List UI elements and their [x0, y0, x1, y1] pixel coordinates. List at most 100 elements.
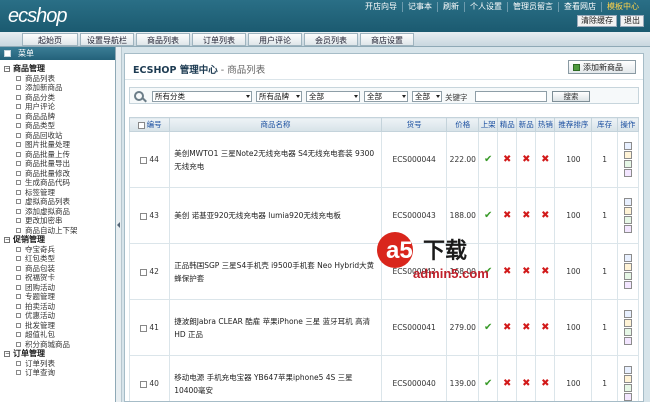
- delete-icon[interactable]: [623, 281, 632, 289]
- cross-icon[interactable]: ✖: [522, 210, 530, 221]
- tab-shop-settings[interactable]: 商店设置: [360, 33, 414, 46]
- cell-new[interactable]: ✖: [516, 299, 537, 356]
- cell-best[interactable]: ✖: [497, 299, 518, 356]
- add-goods-button[interactable]: 添加新商品: [568, 60, 636, 74]
- copy-icon[interactable]: [623, 272, 632, 280]
- cross-icon[interactable]: ✖: [522, 378, 530, 389]
- cell-new[interactable]: ✖: [516, 131, 537, 188]
- edit-icon[interactable]: [623, 151, 632, 159]
- sidebar-group[interactable]: − 商品管理: [4, 64, 115, 74]
- cell-hot[interactable]: ✖: [535, 355, 556, 401]
- cell-goods-sn[interactable]: ECS000044: [380, 131, 448, 188]
- view-icon[interactable]: [623, 142, 632, 150]
- row-checkbox[interactable]: [140, 156, 148, 164]
- cell-best[interactable]: ✖: [497, 131, 518, 188]
- sidebar-item[interactable]: 夺宝奇兵: [4, 245, 115, 255]
- cross-icon[interactable]: ✖: [503, 210, 511, 221]
- col-id[interactable]: 编号: [128, 117, 171, 132]
- delete-icon[interactable]: [623, 169, 632, 177]
- sidebar-group[interactable]: − 订单管理: [4, 349, 115, 359]
- cross-icon[interactable]: ✖: [541, 322, 549, 333]
- top-link-profile[interactable]: 个人设置: [465, 2, 508, 12]
- cell-price[interactable]: 139.00: [446, 355, 480, 401]
- cell-on-sale[interactable]: ✔: [478, 355, 499, 401]
- check-icon[interactable]: ✔: [484, 322, 492, 333]
- cell-stock[interactable]: 1: [591, 299, 618, 356]
- cell-new[interactable]: ✖: [516, 355, 537, 401]
- sidebar-item[interactable]: 添加新商品: [4, 83, 115, 93]
- col-sort[interactable]: 推荐排序: [554, 117, 593, 132]
- sidebar-item[interactable]: 商品分类: [4, 93, 115, 103]
- copy-icon[interactable]: [623, 216, 632, 224]
- row-checkbox[interactable]: [140, 212, 148, 220]
- edit-icon[interactable]: [623, 207, 632, 215]
- sidebar-item[interactable]: 拍卖活动: [4, 302, 115, 312]
- sidebar-splitter[interactable]: [116, 47, 122, 402]
- cell-on-sale[interactable]: ✔: [478, 299, 499, 356]
- category-select[interactable]: 所有分类: [152, 91, 252, 102]
- cell-goods-name[interactable]: 正品韩国SGP 三星S4手机壳 i9500手机套 Neo Hybrid大黄蜂保护…: [169, 243, 382, 300]
- row-checkbox[interactable]: [140, 380, 148, 388]
- cell-goods-sn[interactable]: ECS000040: [380, 355, 448, 401]
- top-link-notepad[interactable]: 记事本: [403, 2, 438, 12]
- col-best[interactable]: 精品: [497, 117, 518, 132]
- top-link-templates[interactable]: 模板中心: [602, 2, 644, 12]
- view-icon[interactable]: [623, 198, 632, 206]
- view-icon[interactable]: [623, 254, 632, 262]
- brand-select[interactable]: 所有品牌: [256, 91, 302, 102]
- sidebar-item[interactable]: 团购活动: [4, 283, 115, 293]
- cross-icon[interactable]: ✖: [522, 322, 530, 333]
- copy-icon[interactable]: [623, 160, 632, 168]
- collapse-icon[interactable]: −: [4, 236, 10, 243]
- tab-comments[interactable]: 用户评论: [248, 33, 302, 46]
- cell-goods-name[interactable]: 美创MWTO1 三星Note2无线充电器 S4无线充电套装 9300无线充电: [169, 131, 382, 188]
- cell-best[interactable]: ✖: [497, 355, 518, 401]
- col-stock[interactable]: 库存: [591, 117, 618, 132]
- row-checkbox[interactable]: [140, 268, 148, 276]
- cell-sort-order[interactable]: 100: [554, 131, 593, 188]
- tab-goods-list[interactable]: 商品列表: [136, 33, 190, 46]
- clear-cache-button[interactable]: 清除缓存: [577, 15, 617, 27]
- check-icon[interactable]: ✔: [484, 154, 492, 165]
- menu-toggle-icon[interactable]: [4, 50, 11, 57]
- keyword-input[interactable]: [475, 91, 547, 102]
- cross-icon[interactable]: ✖: [541, 378, 549, 389]
- sidebar-item[interactable]: 用户评论: [4, 102, 115, 112]
- cell-sort-order[interactable]: 100: [554, 355, 593, 401]
- sidebar-item[interactable]: 订单列表: [4, 359, 115, 369]
- sale-status-select[interactable]: 全部: [412, 91, 442, 102]
- tab-order-list[interactable]: 订单列表: [192, 33, 246, 46]
- cell-on-sale[interactable]: ✔: [478, 131, 499, 188]
- cross-icon[interactable]: ✖: [541, 154, 549, 165]
- delete-icon[interactable]: [623, 393, 632, 401]
- cell-sort-order[interactable]: 100: [554, 299, 593, 356]
- search-button[interactable]: 搜索: [552, 91, 590, 102]
- cell-hot[interactable]: ✖: [535, 187, 556, 244]
- cell-goods-name[interactable]: 美创 诺基亚920无线充电器 lumia920无线充电板: [169, 187, 382, 244]
- cell-goods-sn[interactable]: ECS000041: [380, 299, 448, 356]
- copy-icon[interactable]: [623, 328, 632, 336]
- cross-icon[interactable]: ✖: [522, 154, 530, 165]
- cell-sort-order[interactable]: 100: [554, 187, 593, 244]
- cell-sort-order[interactable]: 100: [554, 243, 593, 300]
- sidebar-item[interactable]: 红包类型: [4, 254, 115, 264]
- recommend-select[interactable]: 全部: [306, 91, 360, 102]
- col-on-sale[interactable]: 上架: [478, 117, 499, 132]
- top-link-view-shop[interactable]: 查看网店: [559, 2, 602, 12]
- cell-hot[interactable]: ✖: [535, 299, 556, 356]
- select-all-checkbox[interactable]: [137, 121, 145, 129]
- sidebar-item[interactable]: 生成商品代码: [4, 178, 115, 188]
- check-icon[interactable]: ✔: [484, 378, 492, 389]
- col-new[interactable]: 新品: [516, 117, 537, 132]
- cell-stock[interactable]: 1: [591, 131, 618, 188]
- cell-hot[interactable]: ✖: [535, 131, 556, 188]
- cell-price[interactable]: 279.00: [446, 299, 480, 356]
- delete-icon[interactable]: [623, 337, 632, 345]
- cross-icon[interactable]: ✖: [503, 378, 511, 389]
- sidebar-item[interactable]: 商品品牌: [4, 112, 115, 122]
- logout-button[interactable]: 退出: [620, 15, 644, 27]
- edit-icon[interactable]: [623, 375, 632, 383]
- row-checkbox[interactable]: [140, 324, 148, 332]
- view-icon[interactable]: [623, 366, 632, 374]
- collapse-icon[interactable]: −: [4, 65, 10, 72]
